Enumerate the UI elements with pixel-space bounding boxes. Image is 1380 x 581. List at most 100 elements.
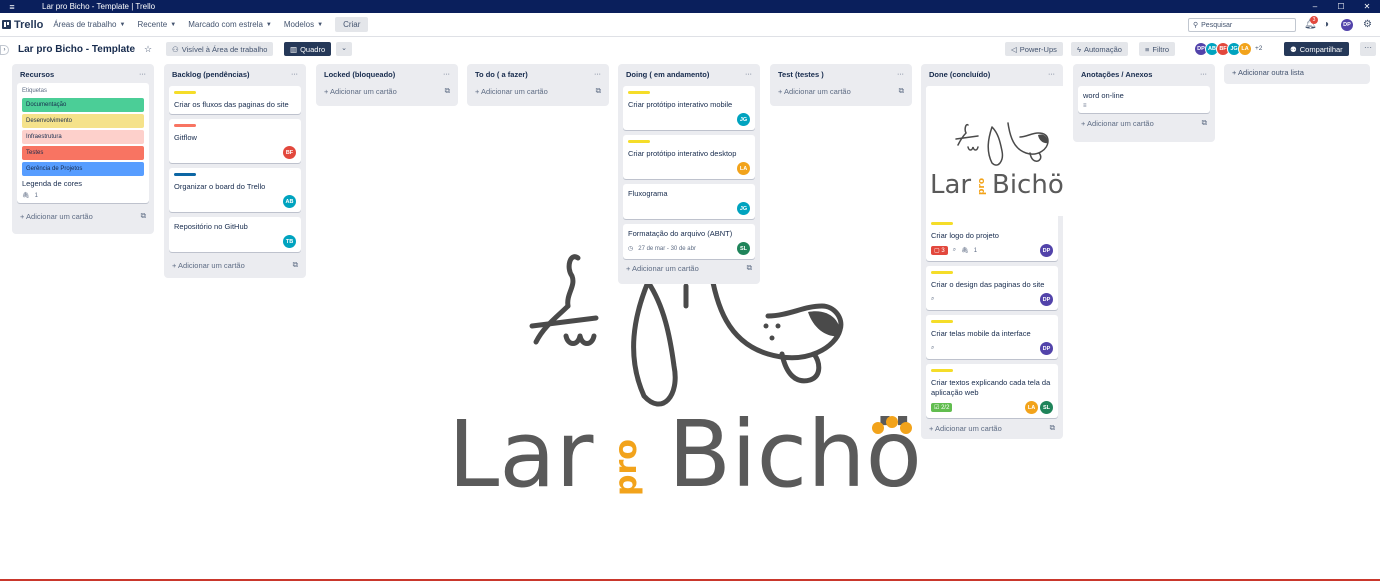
powerups-button[interactable]: ◁ Power-Ups	[1005, 42, 1063, 56]
add-list-button[interactable]: + Adicionar outra lista	[1224, 64, 1370, 84]
card[interactable]: Criar protótipo interativo desktop LA	[623, 135, 755, 179]
trello-logo[interactable]: Trello	[2, 19, 43, 31]
add-card-button[interactable]: + Adicionar um cartão ⧉	[472, 81, 604, 98]
members-more[interactable]: +2	[1255, 42, 1262, 56]
template-icon[interactable]: ⧉	[445, 86, 450, 96]
user-avatar[interactable]: DP	[1341, 19, 1353, 31]
list-test[interactable]: Test (testes ) ··· + Adicionar um cartão…	[770, 64, 912, 106]
member-avatar[interactable]: DP	[1040, 244, 1053, 257]
template-icon[interactable]: ⧉	[899, 86, 904, 96]
label-gerencia-projetos[interactable]: Gerência de Projetos	[22, 162, 144, 176]
member-avatar[interactable]: LA	[1025, 401, 1038, 414]
label-desenvolvimento[interactable]: Desenvolvimento	[22, 114, 144, 128]
card[interactable]: Repositório no GitHub TB	[169, 217, 301, 252]
template-icon[interactable]: ⧉	[1202, 118, 1207, 128]
add-card-button[interactable]: + Adicionar um cartão ⧉	[926, 418, 1058, 435]
minimize-button[interactable]: –	[1302, 2, 1328, 11]
list-anotacoes[interactable]: Anotações / Anexos ··· word on-line ≡ + …	[1073, 64, 1215, 142]
add-card-button[interactable]: + Adicionar um cartão ⧉	[623, 259, 755, 275]
list-backlog[interactable]: Backlog (pendências) ··· Criar os fluxos…	[164, 64, 306, 278]
add-card-button[interactable]: + Adicionar um cartão ⧉	[1078, 113, 1210, 130]
member-avatar[interactable]: SL	[1040, 401, 1053, 414]
gear-icon[interactable]: ⚙	[1363, 19, 1372, 30]
list-todo[interactable]: To do ( a fazer) ··· + Adicionar um cart…	[467, 64, 609, 106]
list-menu-icon[interactable]: ···	[745, 71, 752, 78]
add-card-button[interactable]: + Adicionar um cartão ⧉	[321, 81, 453, 98]
nav-starred[interactable]: Marcado com estrela ▼	[188, 20, 272, 29]
nav-recent[interactable]: Recente ▼	[137, 20, 176, 29]
board-members[interactable]: DP AB BF JG LA +2	[1194, 42, 1262, 56]
list-title[interactable]: Locked (bloqueado)	[324, 70, 395, 79]
label-documentacao[interactable]: Documentação	[22, 98, 144, 112]
list-menu-icon[interactable]: ···	[139, 71, 146, 78]
member-avatar[interactable]: AB	[283, 195, 296, 208]
nav-templates[interactable]: Modelos ▼	[284, 20, 323, 29]
member-avatar[interactable]: DP	[1040, 293, 1053, 306]
member-avatar[interactable]: JG	[737, 113, 750, 126]
card[interactable]: Formatação do arquivo (ABNT) ◷ 27 de mar …	[623, 224, 755, 259]
label-infraestrutura[interactable]: Infraestrutura	[22, 130, 144, 144]
template-icon[interactable]: ⧉	[1050, 423, 1055, 433]
list-title[interactable]: Backlog (pendências)	[172, 70, 250, 79]
star-icon[interactable]: ☆	[140, 42, 156, 56]
member-avatar[interactable]: BF	[283, 146, 296, 159]
card[interactable]: Organizar o board do Trello AB	[169, 168, 301, 212]
maximize-button[interactable]: ☐	[1328, 2, 1354, 11]
list-title[interactable]: Done (concluído)	[929, 70, 990, 79]
card[interactable]: Criar o design das paginas do site ⌕ DP	[926, 266, 1058, 310]
list-menu-icon[interactable]: ···	[443, 71, 450, 78]
nav-workspaces[interactable]: Áreas de trabalho ▼	[53, 20, 125, 29]
member-avatar[interactable]: JG	[737, 202, 750, 215]
board-menu-icon[interactable]: ···	[1360, 42, 1376, 56]
views-chevron-icon[interactable]: ⌄	[336, 42, 352, 56]
list-title[interactable]: Anotações / Anexos	[1081, 70, 1152, 79]
search-input[interactable]: ⚲ Pesquisar	[1188, 18, 1296, 32]
board-title[interactable]: Lar pro Bicho - Template	[18, 44, 135, 55]
list-menu-icon[interactable]: ···	[1200, 71, 1207, 78]
card[interactable]: word on-line ≡	[1078, 86, 1210, 113]
list-menu-icon[interactable]: ···	[1048, 71, 1055, 78]
label-testes[interactable]: Testes	[22, 146, 144, 160]
due-date-badge[interactable]: ◷ 27 de mar - 30 de abr	[628, 245, 696, 253]
filter-button[interactable]: ≡ Filtro	[1139, 42, 1176, 56]
create-button[interactable]: Criar	[335, 17, 369, 32]
member-avatar[interactable]: TB	[283, 235, 296, 248]
add-card-button[interactable]: + Adicionar um cartão ⧉	[17, 203, 149, 223]
visibility-button[interactable]: ⚇ Visível à Área de trabalho	[166, 42, 274, 56]
add-card-button[interactable]: + Adicionar um cartão ⧉	[775, 81, 907, 98]
theme-toggle-icon[interactable]: ◑	[1323, 19, 1329, 30]
card[interactable]: Criar protótipo interativo mobile JG	[623, 86, 755, 130]
card[interactable]: Fluxograma JG	[623, 184, 755, 219]
list-doing[interactable]: Doing ( em andamento) ··· Criar protótip…	[618, 64, 760, 284]
add-card-button[interactable]: + Adicionar um cartão ⧉	[169, 252, 301, 272]
list-title[interactable]: Recursos	[20, 70, 54, 79]
member-avatar[interactable]: LA	[1238, 42, 1252, 56]
automation-button[interactable]: ϟ Automação	[1071, 42, 1128, 56]
member-avatar[interactable]: DP	[1040, 342, 1053, 355]
list-menu-icon[interactable]: ···	[291, 71, 298, 78]
list-done[interactable]: Done (concluído) ··· Lar pro Bichö Criar…	[921, 64, 1068, 439]
card[interactable]: Criar textos explicando cada tela da apl…	[926, 364, 1058, 418]
list-title[interactable]: To do ( a fazer)	[475, 70, 528, 79]
close-button[interactable]: ✕	[1354, 2, 1380, 11]
sidebar-toggle-button[interactable]: ›	[0, 45, 9, 55]
list-title[interactable]: Test (testes )	[778, 70, 824, 79]
card[interactable]: Gitflow BF	[169, 119, 301, 163]
template-icon[interactable]: ⧉	[293, 260, 298, 270]
template-icon[interactable]: ⧉	[747, 263, 752, 273]
list-locked[interactable]: Locked (bloqueado) ··· + Adicionar um ca…	[316, 64, 458, 106]
list-menu-icon[interactable]: ···	[897, 71, 904, 78]
share-button[interactable]: ⚉ Compartilhar	[1284, 42, 1349, 56]
hamburger-icon[interactable]: ≡	[0, 2, 24, 12]
card-etiquetas[interactable]: Etiquetas Documentação Desenvolvimento I…	[17, 83, 149, 203]
template-icon[interactable]: ⧉	[141, 211, 146, 221]
card[interactable]: Criar telas mobile da interface ⌕ DP	[926, 315, 1058, 359]
list-title[interactable]: Doing ( em andamento)	[626, 70, 709, 79]
template-icon[interactable]: ⧉	[596, 86, 601, 96]
list-menu-icon[interactable]: ···	[594, 71, 601, 78]
card[interactable]: Criar os fluxos das paginas do site	[169, 86, 301, 114]
list-recursos[interactable]: Recursos ··· Etiquetas Documentação Dese…	[12, 64, 154, 234]
board-view-button[interactable]: ▥ Quadro	[284, 42, 332, 56]
card[interactable]: Lar pro Bichö Criar logo do projeto ▢ 3 …	[926, 86, 1068, 261]
member-avatar[interactable]: LA	[737, 162, 750, 175]
